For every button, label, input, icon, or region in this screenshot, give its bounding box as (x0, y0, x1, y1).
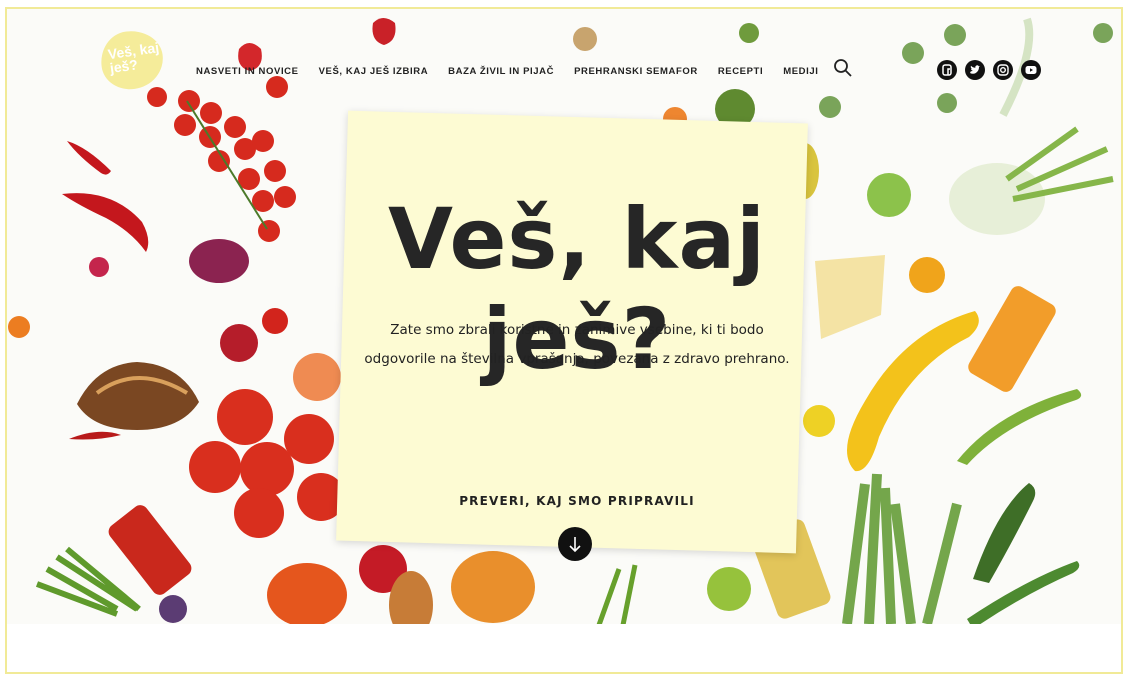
site-logo[interactable]: Veš, kaj ješ? (97, 26, 167, 94)
main-menu: NASVETI IN NOVICE VEŠ, KAJ JEŠ IZBIRA BA… (196, 61, 818, 81)
facebook-icon[interactable] (937, 60, 957, 80)
instagram-icon[interactable] (993, 60, 1013, 80)
twitter-icon[interactable] (965, 60, 985, 80)
arrow-down-icon (569, 537, 581, 553)
youtube-icon[interactable] (1021, 60, 1041, 80)
nav-item-recepti[interactable]: RECEPTI (718, 66, 763, 77)
nav-item-mediji[interactable]: MEDIJI (783, 66, 818, 77)
hero-subtitle: Zate smo zbrali koristne in zanimive vse… (364, 322, 790, 367)
social-links (937, 60, 1041, 80)
nav-item-nasveti-in-novice[interactable]: NASVETI IN NOVICE (196, 66, 299, 77)
scroll-down-button[interactable] (558, 527, 592, 561)
page-frame: Veš, kaj ješ? NASVETI IN NOVICE VEŠ, KAJ… (5, 7, 1123, 674)
nav-item-prehranski-semafor[interactable]: PREHRANSKI SEMAFOR (574, 66, 698, 77)
logo-text: Veš, kaj ješ? (106, 39, 160, 77)
search-icon[interactable] (833, 58, 853, 78)
hero-section: Veš, kaj ješ? NASVETI IN NOVICE VEŠ, KAJ… (7, 9, 1121, 624)
top-navigation: Veš, kaj ješ? NASVETI IN NOVICE VEŠ, KAJ… (7, 9, 1121, 119)
nav-item-ves-kaj-jes-izbira[interactable]: VEŠ, KAJ JEŠ IZBIRA (319, 66, 429, 77)
cta-link[interactable]: PREVERI, KAJ SMO PRIPRAVILI (427, 494, 727, 508)
nav-item-baza-zivil-in-pijac[interactable]: BAZA ŽIVIL IN PIJAČ (448, 66, 554, 77)
